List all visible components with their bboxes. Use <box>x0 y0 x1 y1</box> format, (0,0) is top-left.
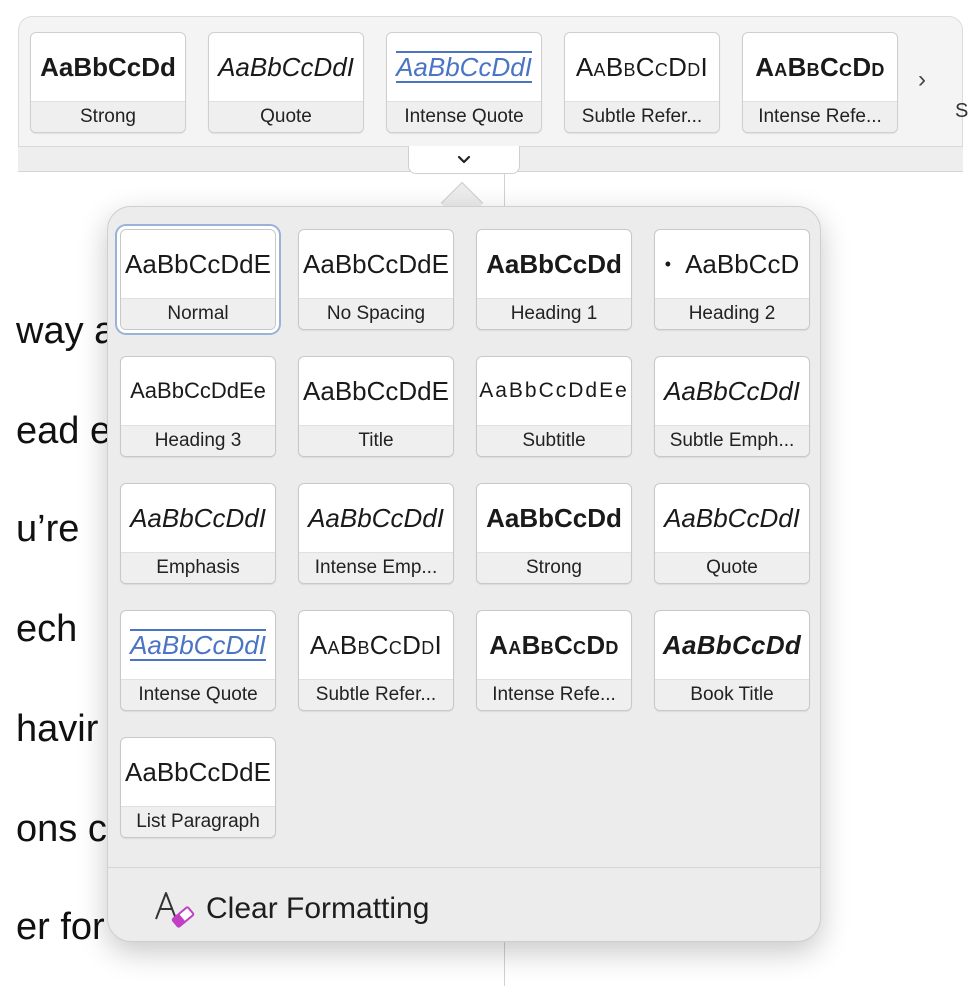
style-preview: AaBbCcDdI <box>309 629 443 660</box>
style-preview: AaBbCcDdI <box>575 51 709 82</box>
style-label: Heading 2 <box>655 298 809 329</box>
document-text-line: ech <box>16 608 78 650</box>
style-label: Subtle Refer... <box>565 101 719 132</box>
style-tile-quote[interactable]: AaBbCcDdI Quote <box>654 483 810 584</box>
style-label: Subtitle <box>477 425 631 456</box>
style-label: Strong <box>31 101 185 132</box>
style-preview: AaBbCcDdI <box>396 50 532 84</box>
bullet-icon: • <box>664 253 672 274</box>
style-preview: AaBbCcDd <box>486 248 622 279</box>
style-label: Title <box>299 425 453 456</box>
style-tile-normal[interactable]: AaBbCcDdE Normal <box>120 229 276 330</box>
clear-formatting-label: Clear Formatting <box>206 892 430 925</box>
styles-gallery-popup: AaBbCcDdE Normal AaBbCcDdE No Spacing Aa… <box>107 206 821 942</box>
document-text-line: way a <box>16 310 116 352</box>
style-preview: AaBbCcDd <box>755 51 885 82</box>
style-label: Book Title <box>655 679 809 710</box>
document-text-line: ons c <box>16 808 107 850</box>
style-label: Quote <box>209 101 363 132</box>
document-text-line: u’re <box>16 508 80 550</box>
style-tile-intense-emphasis[interactable]: AaBbCcDdI Intense Emp... <box>298 483 454 584</box>
style-tile-emphasis[interactable]: AaBbCcDdI Emphasis <box>120 483 276 584</box>
chevron-right-icon[interactable]: › <box>918 66 926 94</box>
style-tile-intense-quote[interactable]: AaBbCcDdI Intense Quote <box>120 610 276 711</box>
ribbon-style-intense-quote[interactable]: AaBbCcDdI Intense Quote <box>386 32 542 133</box>
style-tile-subtle-reference[interactable]: AaBbCcDdI Subtle Refer... <box>298 610 454 711</box>
style-label: Quote <box>655 552 809 583</box>
document-text-line: ead e <box>16 410 112 452</box>
style-preview: AaBbCcDdI <box>130 628 266 662</box>
style-label: Intense Refe... <box>743 101 897 132</box>
style-preview: AaBbCcDdI <box>218 51 354 82</box>
style-tile-subtitle[interactable]: AaBbCcDdEe Subtitle <box>476 356 632 457</box>
style-tile-book-title[interactable]: AaBbCcDd Book Title <box>654 610 810 711</box>
style-label: Intense Quote <box>121 679 275 710</box>
style-label: Emphasis <box>121 552 275 583</box>
style-tile-list-paragraph[interactable]: AaBbCcDdE List Paragraph <box>120 737 276 838</box>
ribbon-clipped-text: S <box>955 100 969 122</box>
style-preview: AaBbCcDdE <box>125 248 271 279</box>
style-tile-no-spacing[interactable]: AaBbCcDdE No Spacing <box>298 229 454 330</box>
document-text-line: er for <box>16 906 105 948</box>
chevron-down-icon <box>457 155 471 163</box>
document-text-line: havir <box>16 708 99 750</box>
style-preview-wrap: • AaBbCcD <box>655 230 809 298</box>
style-label: Subtle Refer... <box>299 679 453 710</box>
gallery-divider <box>108 867 820 868</box>
clear-formatting-button[interactable]: Clear Formatting <box>152 881 429 937</box>
style-preview: AaBbCcDd <box>40 51 176 82</box>
style-label: Heading 1 <box>477 298 631 329</box>
ribbon-style-quote[interactable]: AaBbCcDdI Quote <box>208 32 364 133</box>
style-preview: AaBbCcDdEe <box>479 379 629 402</box>
ribbon-style-intense-reference[interactable]: AaBbCcDd Intense Refe... <box>742 32 898 133</box>
style-preview-wrap: AaBbCcDdI <box>387 33 541 101</box>
style-preview: AaBbCcDdE <box>303 375 449 406</box>
style-label: Intense Quote <box>387 101 541 132</box>
style-tile-subtle-emphasis[interactable]: AaBbCcDdI Subtle Emph... <box>654 356 810 457</box>
style-tile-heading-2[interactable]: • AaBbCcD Heading 2 <box>654 229 810 330</box>
style-tile-intense-reference[interactable]: AaBbCcDd Intense Refe... <box>476 610 632 711</box>
style-preview: AaBbCcDdI <box>308 502 444 533</box>
style-preview: AaBbCcDdI <box>130 502 266 533</box>
style-tile-heading-1[interactable]: AaBbCcDd Heading 1 <box>476 229 632 330</box>
style-tile-heading-3[interactable]: AaBbCcDdEe Heading 3 <box>120 356 276 457</box>
style-label: Strong <box>477 552 631 583</box>
style-preview: AaBbCcDdI <box>664 502 800 533</box>
style-label: Heading 3 <box>121 425 275 456</box>
style-label: Intense Refe... <box>477 679 631 710</box>
style-label: No Spacing <box>299 298 453 329</box>
style-preview: AaBbCcDdE <box>303 248 449 279</box>
clear-formatting-icon <box>155 892 195 928</box>
expand-gallery-button[interactable] <box>408 146 520 174</box>
style-label: Subtle Emph... <box>655 425 809 456</box>
style-label: Intense Emp... <box>299 552 453 583</box>
style-preview: AaBbCcDd <box>662 629 802 660</box>
ribbon-style-subtle-reference[interactable]: AaBbCcDdI Subtle Refer... <box>564 32 720 133</box>
style-label: List Paragraph <box>121 806 275 837</box>
style-label: Normal <box>121 298 275 329</box>
style-preview: AaBbCcDd <box>486 502 622 533</box>
word-window: { "ribbon": { "tiles": [ {"preview": "Aa… <box>0 0 979 986</box>
style-preview: AaBbCcDd <box>489 629 619 660</box>
style-preview-wrap: AaBbCcDdI <box>121 611 275 679</box>
style-preview: AaBbCcDdE <box>125 756 271 787</box>
style-tile-title[interactable]: AaBbCcDdE Title <box>298 356 454 457</box>
style-preview: AaBbCcDdI <box>664 375 800 406</box>
style-tile-strong[interactable]: AaBbCcDd Strong <box>476 483 632 584</box>
style-preview: AaBbCcD <box>685 248 800 279</box>
ribbon-style-strong[interactable]: AaBbCcDd Strong <box>30 32 186 133</box>
style-preview: AaBbCcDdEe <box>130 378 266 403</box>
